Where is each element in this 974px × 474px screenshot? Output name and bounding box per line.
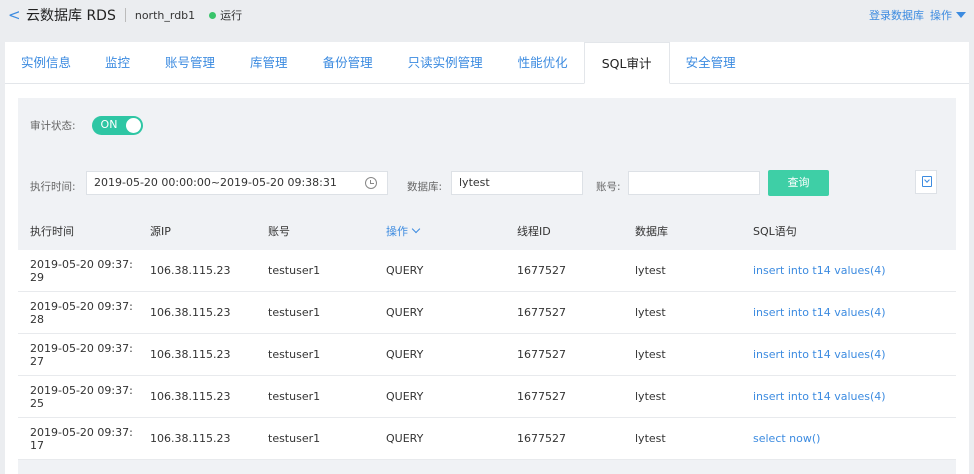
tab-security[interactable]: 安全管理 bbox=[686, 42, 736, 83]
time-range-input[interactable]: 2019-05-20 00:00:00~2019-05-20 09:38:31 bbox=[86, 171, 388, 195]
divider bbox=[124, 8, 126, 22]
toggle-label: ON bbox=[100, 118, 118, 131]
status-dot-icon bbox=[209, 11, 217, 19]
table-row: 2019-05-20 09:37:27 106.38.115.23 testus… bbox=[18, 333, 956, 376]
cell-source-ip: 106.38.115.23 bbox=[138, 417, 256, 460]
cell-sql-link[interactable]: select now() bbox=[741, 417, 956, 460]
cell-sql-link[interactable]: insert into t14 values(4) bbox=[741, 250, 956, 292]
cell-account: testuser1 bbox=[256, 250, 374, 292]
login-database-link[interactable]: 登录数据库 bbox=[869, 7, 924, 23]
audit-status-label: 审计状态: bbox=[30, 120, 76, 132]
account-input[interactable] bbox=[628, 171, 760, 195]
tab-performance[interactable]: 性能优化 bbox=[518, 42, 568, 83]
cell-exec-time: 2019-05-20 09:37:27 bbox=[18, 333, 138, 376]
tab-database-management[interactable]: 库管理 bbox=[250, 42, 288, 83]
clock-icon bbox=[365, 177, 377, 189]
operations-label: 操作 bbox=[930, 9, 952, 22]
col-source-ip: 源IP bbox=[138, 212, 256, 250]
account-label: 账号: bbox=[596, 181, 621, 193]
audit-table: 执行时间 源IP 账号 操作 线程ID 数据库 SQL语句 2019-05-20… bbox=[18, 212, 956, 460]
time-range-value: 2019-05-20 00:00:00~2019-05-20 09:38:31 bbox=[94, 176, 337, 189]
status-text: 运行 bbox=[220, 9, 243, 22]
main-card: 实例信息 监控 账号管理 库管理 备份管理 只读实例管理 性能优化 SQL审计 … bbox=[5, 42, 969, 474]
cell-account: testuser1 bbox=[256, 291, 374, 334]
cell-database: lytest bbox=[623, 417, 741, 460]
audit-toggle[interactable]: ON bbox=[91, 116, 143, 135]
tab-backup-management[interactable]: 备份管理 bbox=[323, 42, 373, 83]
cell-operation: QUERY bbox=[374, 375, 505, 418]
cell-sql-link[interactable]: insert into t14 values(4) bbox=[741, 375, 956, 418]
cell-account: testuser1 bbox=[256, 417, 374, 460]
tab-sql-audit[interactable]: SQL审计 bbox=[583, 42, 670, 84]
cell-thread-id: 1677527 bbox=[505, 291, 623, 334]
cell-database: lytest bbox=[623, 291, 741, 334]
cell-operation: QUERY bbox=[374, 417, 505, 460]
col-database: 数据库 bbox=[623, 212, 741, 250]
top-bar: < 云数据库 RDS north_rdb1 运行 登录数据库 操作 bbox=[0, 0, 974, 30]
table-row: 2019-05-20 09:37:28 106.38.115.23 testus… bbox=[18, 291, 956, 334]
cell-thread-id: 1677527 bbox=[505, 417, 623, 460]
cell-exec-time: 2019-05-20 09:37:28 bbox=[18, 291, 138, 334]
instance-name: north_rdb1 bbox=[134, 8, 196, 22]
tab-readonly-instances[interactable]: 只读实例管理 bbox=[408, 42, 483, 83]
caret-down-icon bbox=[956, 12, 966, 18]
cell-exec-time: 2019-05-20 09:37:25 bbox=[18, 375, 138, 418]
cell-exec-time: 2019-05-20 09:37:29 bbox=[18, 250, 138, 292]
cell-sql-link[interactable]: insert into t14 values(4) bbox=[741, 333, 956, 376]
page-title: 云数据库 RDS bbox=[26, 8, 116, 24]
cell-source-ip: 106.38.115.23 bbox=[138, 333, 256, 376]
cell-account: testuser1 bbox=[256, 333, 374, 376]
cell-exec-time: 2019-05-20 09:37:17 bbox=[18, 417, 138, 460]
col-exec-time: 执行时间 bbox=[18, 212, 138, 250]
database-label: 数据库: bbox=[407, 181, 443, 193]
cell-operation: QUERY bbox=[374, 250, 505, 292]
cell-thread-id: 1677527 bbox=[505, 333, 623, 376]
database-input[interactable]: lytest bbox=[451, 171, 583, 195]
toggle-knob bbox=[125, 118, 141, 133]
table-row: 2019-05-20 09:37:29 106.38.115.23 testus… bbox=[18, 250, 956, 292]
chevron-down-icon bbox=[411, 224, 421, 234]
cell-source-ip: 106.38.115.23 bbox=[138, 291, 256, 334]
tab-account-management[interactable]: 账号管理 bbox=[165, 42, 215, 83]
col-account: 账号 bbox=[256, 212, 374, 250]
filter-bar: 执行时间: 2019-05-20 00:00:00~2019-05-20 09:… bbox=[18, 170, 956, 204]
audit-status-row: 审计状态: ON bbox=[30, 116, 143, 135]
col-operation-filter[interactable]: 操作 bbox=[374, 212, 505, 250]
status-badge: 运行 bbox=[209, 7, 242, 23]
cell-operation: QUERY bbox=[374, 333, 505, 376]
col-operation-label: 操作 bbox=[386, 225, 408, 238]
search-button[interactable]: 查询 bbox=[768, 170, 829, 196]
col-thread-id: 线程ID bbox=[505, 212, 623, 250]
operations-menu[interactable]: 操作 bbox=[930, 7, 966, 23]
table-header-row: 执行时间 源IP 账号 操作 线程ID 数据库 SQL语句 bbox=[18, 212, 956, 250]
cell-thread-id: 1677527 bbox=[505, 375, 623, 418]
header-actions: 登录数据库 操作 bbox=[869, 0, 966, 30]
col-sql: SQL语句 bbox=[741, 212, 956, 250]
tab-bar: 实例信息 监控 账号管理 库管理 备份管理 只读实例管理 性能优化 SQL审计 … bbox=[5, 42, 969, 84]
cell-operation: QUERY bbox=[374, 291, 505, 334]
sql-audit-panel: 审计状态: ON 执行时间: 2019-05-20 00:00:00~2019-… bbox=[18, 98, 956, 474]
back-arrow-icon[interactable]: < bbox=[8, 6, 22, 24]
cell-account: testuser1 bbox=[256, 375, 374, 418]
time-label: 执行时间: bbox=[30, 181, 76, 193]
cell-thread-id: 1677527 bbox=[505, 250, 623, 292]
download-icon[interactable] bbox=[915, 170, 937, 194]
cell-source-ip: 106.38.115.23 bbox=[138, 250, 256, 292]
cell-database: lytest bbox=[623, 333, 741, 376]
tab-monitoring[interactable]: 监控 bbox=[105, 42, 130, 83]
cell-source-ip: 106.38.115.23 bbox=[138, 375, 256, 418]
cell-sql-link[interactable]: insert into t14 values(4) bbox=[741, 291, 956, 334]
cell-database: lytest bbox=[623, 250, 741, 292]
tab-instance-info[interactable]: 实例信息 bbox=[21, 42, 71, 83]
table-row: 2019-05-20 09:37:17 106.38.115.23 testus… bbox=[18, 417, 956, 460]
cell-database: lytest bbox=[623, 375, 741, 418]
table-row: 2019-05-20 09:37:25 106.38.115.23 testus… bbox=[18, 375, 956, 418]
